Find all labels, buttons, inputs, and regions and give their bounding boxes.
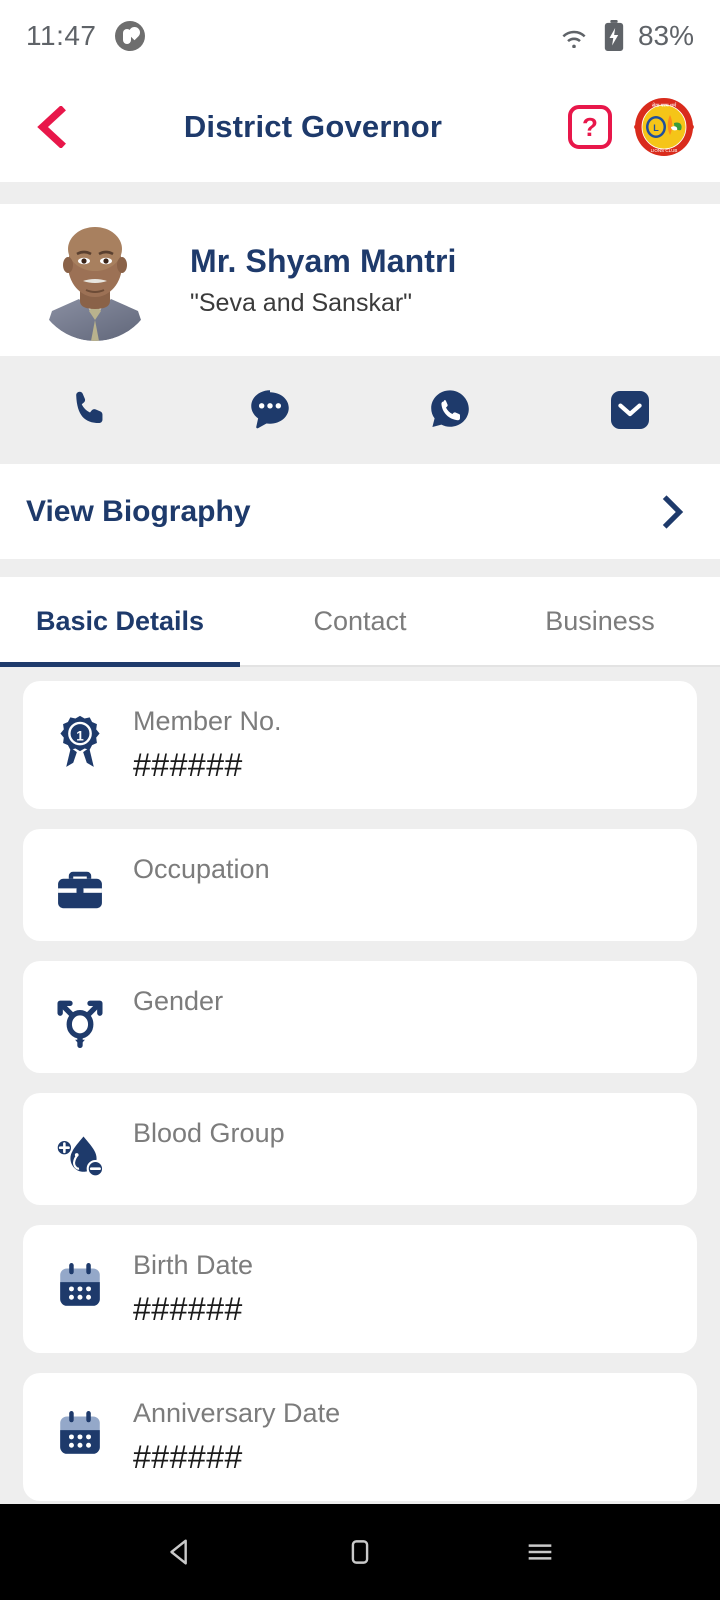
detail-card-anniversary-date[interactable]: Anniversary Date ######	[23, 1373, 697, 1501]
email-action[interactable]	[540, 386, 720, 434]
detail-label: Anniversary Date	[133, 1398, 341, 1428]
detail-label: Gender	[133, 986, 224, 1016]
contact-actions-bar	[0, 356, 720, 464]
detail-label: Occupation	[133, 854, 270, 884]
section-divider-2	[0, 559, 720, 577]
page-title: District Governor	[183, 109, 443, 144]
hamburger-recents-icon	[528, 1544, 552, 1560]
chevron-right-icon	[662, 494, 684, 529]
tab-business[interactable]: Business	[480, 577, 720, 665]
app-screen: 11:47 83% District Governor ? सेवा परम ध…	[0, 0, 720, 1600]
svg-text:1: 1	[76, 729, 84, 744]
detail-label: Member No.	[133, 706, 282, 736]
battery-percent: 83%	[637, 20, 694, 51]
status-bar-right: 83%	[558, 20, 694, 52]
android-home-button[interactable]	[330, 1522, 390, 1582]
app-bar: District Governor ? सेवा परम धर्म LIONS …	[0, 72, 720, 182]
wifi-icon	[562, 30, 586, 48]
detail-value: ######	[133, 747, 243, 784]
android-back-button[interactable]	[150, 1522, 210, 1582]
triangle-back-icon	[170, 1539, 187, 1565]
profile-text: Mr. Shyam Mantri "Seva and Sanskar"	[190, 243, 457, 318]
battery-charging-icon	[604, 20, 624, 51]
detail-value: ######	[133, 1291, 243, 1328]
blood-drop-icon	[49, 1123, 111, 1185]
view-biography-label: View Biography	[26, 494, 251, 528]
calendar-icon	[49, 1255, 111, 1317]
detail-card-occupation[interactable]: Occupation	[23, 829, 697, 941]
chat-bubble-icon	[251, 390, 289, 429]
detail-card-body: Blood Group	[133, 1113, 673, 1149]
tab-basic-details[interactable]: Basic Details	[0, 577, 240, 667]
profile-tagline: "Seva and Sanskar"	[190, 288, 413, 317]
detail-card-body: Gender	[133, 981, 673, 1017]
detail-card-body: Member No. ######	[133, 701, 673, 784]
detail-label: Birth Date	[133, 1250, 254, 1280]
calendar-icon	[49, 1403, 111, 1465]
whatsapp-icon	[431, 390, 469, 427]
detail-card-gender[interactable]: Gender	[23, 961, 697, 1073]
app-bar-actions: ? सेवा परम धर्म LIONS CLUB L	[568, 97, 694, 157]
profile-name: Mr. Shyam Mantri	[190, 242, 457, 279]
square-home-icon	[351, 1540, 369, 1564]
briefcase-icon	[49, 859, 111, 921]
detail-card-body: Birth Date ######	[133, 1245, 673, 1328]
envelope-icon	[611, 391, 649, 429]
basic-details-list: 1 Member No. ###### Occupation Gender Bl…	[0, 667, 720, 1504]
award-ribbon-icon: 1	[49, 711, 111, 773]
android-navigation-bar	[0, 1504, 720, 1600]
call-action[interactable]	[0, 387, 180, 433]
status-time: 11:47	[26, 20, 97, 51]
detail-label: Blood Group	[133, 1118, 285, 1148]
section-divider	[0, 182, 720, 204]
profile-photo	[34, 219, 156, 341]
gender-icon	[49, 991, 111, 1053]
detail-card-blood-group[interactable]: Blood Group	[23, 1093, 697, 1205]
detail-card-body: Anniversary Date ######	[133, 1393, 673, 1476]
profile-header: Mr. Shyam Mantri "Seva and Sanskar"	[0, 204, 720, 356]
detail-card-body: Occupation	[133, 849, 673, 885]
detail-card-member-no[interactable]: 1 Member No. ######	[23, 681, 697, 809]
lions-club-logo[interactable]: सेवा परम धर्म LIONS CLUB L	[634, 97, 694, 157]
detail-card-birth-date[interactable]: Birth Date ######	[23, 1225, 697, 1353]
view-biography-row[interactable]: View Biography	[0, 464, 720, 559]
status-bar-left: 11:47	[26, 20, 145, 52]
svg-text:LIONS CLUB: LIONS CLUB	[651, 148, 678, 153]
detail-value: ######	[133, 1439, 243, 1476]
android-recents-button[interactable]	[510, 1522, 570, 1582]
phone-icon	[76, 391, 103, 424]
detail-tabs: Basic Details Contact Business	[0, 577, 720, 667]
whatsapp-action[interactable]	[360, 386, 540, 434]
status-bar: 11:47 83%	[0, 0, 720, 72]
help-question-icon[interactable]: ?	[568, 105, 612, 149]
svg-text:L: L	[653, 123, 659, 133]
app-notification-icon	[114, 21, 145, 51]
sms-action[interactable]	[180, 385, 360, 435]
svg-text:सेवा परम धर्म: सेवा परम धर्म	[652, 102, 677, 109]
tab-contact[interactable]: Contact	[240, 577, 480, 665]
